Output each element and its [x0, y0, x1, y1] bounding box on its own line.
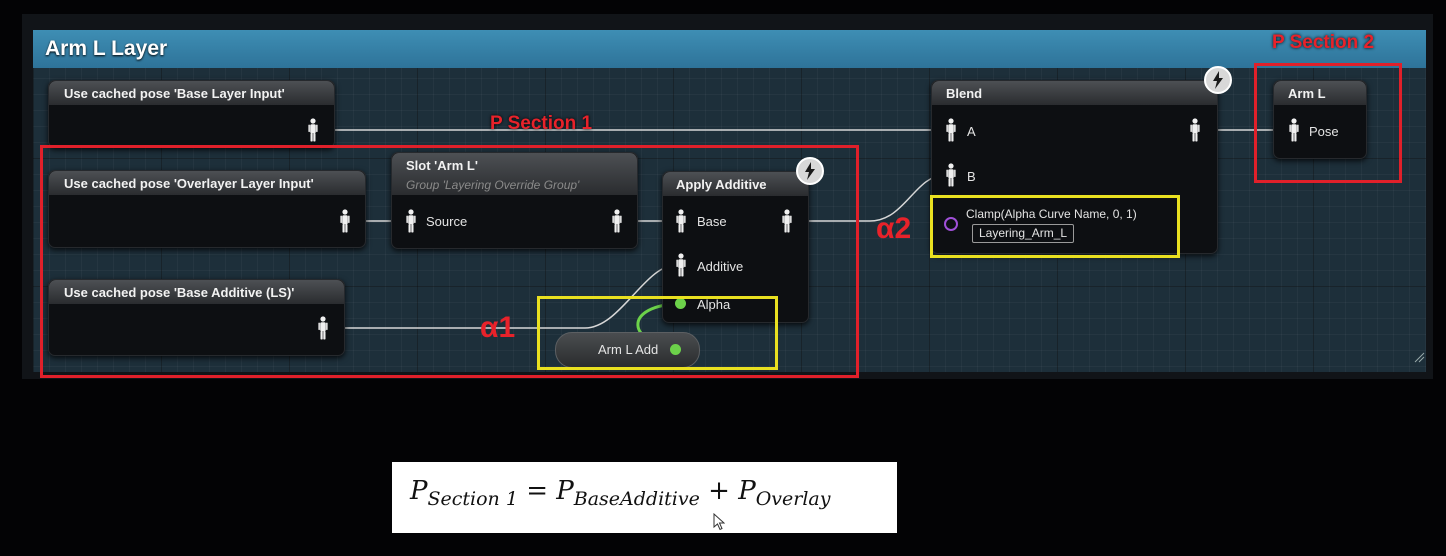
blend-a-pin-label: A: [967, 124, 976, 139]
pose-input-pin-icon[interactable]: [946, 163, 956, 187]
section-2-highlight-box: [1254, 63, 1402, 183]
pose-input-pin-icon[interactable]: [946, 118, 956, 142]
fast-path-bolt-icon: [1204, 66, 1232, 94]
formula-lhs-subscript: Section 1: [427, 488, 518, 511]
formula-term1-symbol: P: [556, 476, 574, 506]
resize-grip-icon[interactable]: [1413, 351, 1425, 363]
formula-box: PSection 1 = PBaseAdditive + POverlay: [392, 462, 897, 533]
alpha1-highlight-box: [537, 296, 778, 370]
section-2-label: P Section 2: [1272, 32, 1375, 53]
blend-title: Blend: [946, 86, 983, 101]
mouse-cursor-icon: [713, 513, 725, 531]
formula-equals: =: [526, 476, 548, 506]
formula-equation: PSection 1 = PBaseAdditive + POverlay: [410, 476, 830, 510]
pose-output-pin-icon[interactable]: [1190, 118, 1200, 142]
alpha2-highlight-box: [930, 195, 1180, 258]
formula-term2-subscript: Overlay: [755, 488, 831, 511]
alpha1-label: α1: [480, 311, 516, 344]
pose-output-pin-icon[interactable]: [308, 118, 318, 142]
formula-term2-symbol: P: [738, 476, 756, 506]
cached-pose-base-layer-title: Use cached pose 'Base Layer Input': [64, 86, 285, 101]
formula-term1-subscript: BaseAdditive: [573, 488, 700, 511]
formula-plus: +: [708, 476, 730, 506]
section-1-label: P Section 1: [490, 113, 593, 134]
blend-b-pin-label: B: [967, 169, 976, 184]
alpha2-label: α2: [876, 212, 912, 245]
formula-lhs-symbol: P: [410, 476, 428, 506]
